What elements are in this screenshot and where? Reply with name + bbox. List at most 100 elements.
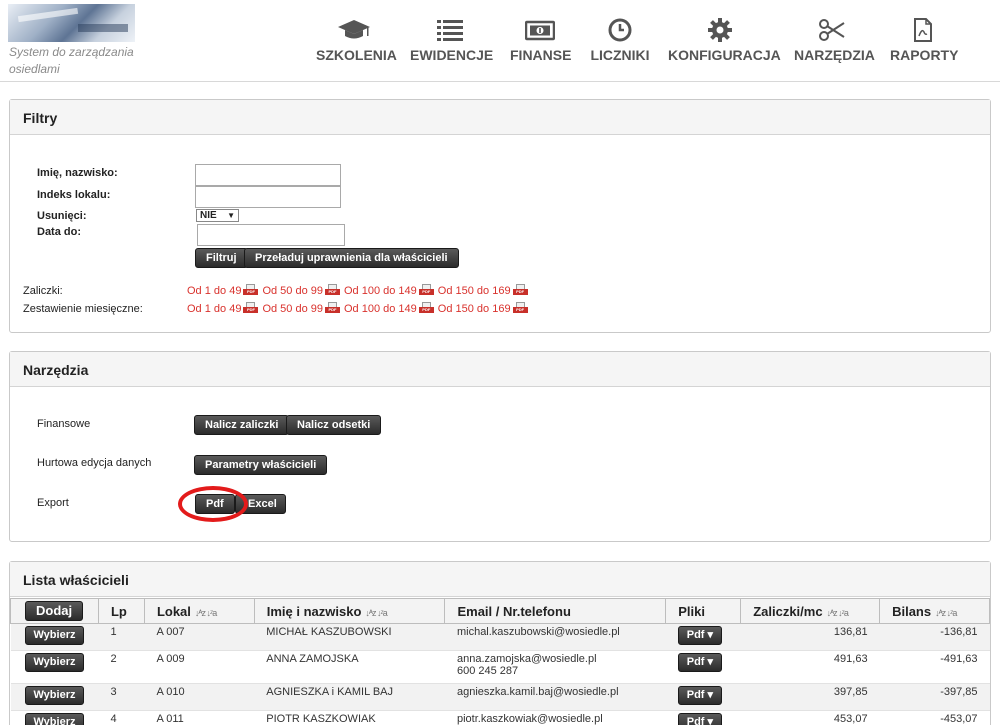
monthly-range-link[interactable]: Od 150 do 169 — [438, 303, 511, 315]
app-logo[interactable] — [8, 4, 135, 42]
monthly-range-link[interactable]: Od 1 do 49 — [187, 303, 241, 315]
monthly-range-link[interactable]: Od 100 do 149 — [344, 303, 417, 315]
cell-contact: agnieszka.kamil.baj@wosiedle.pl — [444, 683, 666, 711]
advances-links: Od 1 do 49 PDF Od 50 do 99 PDF Od 100 do 149… — [187, 284, 532, 298]
owner-pdf-dropdown[interactable]: Pdf ▾ — [677, 686, 723, 705]
col-balance[interactable]: Bilans ↓ᴬz ↓ᶻa — [879, 598, 990, 624]
advances-range-link[interactable]: Od 150 do 169 — [438, 285, 511, 297]
tools-title: Narzędzia — [10, 352, 990, 387]
advances-range-link[interactable]: Od 1 do 49 — [187, 285, 241, 297]
cell-contact: anna.zamojska@wosiedle.pl 600 245 287 — [444, 650, 666, 684]
add-owner-button[interactable]: Dodaj — [25, 601, 84, 621]
export-pdf-button[interactable]: Pdf — [195, 494, 235, 514]
bulk-edit-label: Hurtowa edycja danych — [37, 457, 152, 469]
date-label: Data do: — [37, 226, 81, 238]
reload-permissions-button[interactable]: Przeładuj uprawnienia dla właścicieli — [244, 248, 459, 268]
cell-phone: 600 245 287 — [456, 665, 519, 677]
cell-lp: 4 — [98, 710, 145, 725]
nav-item-ewidencje[interactable]: EWIDENCJE — [410, 18, 493, 66]
index-input[interactable] — [195, 186, 341, 208]
sort-icon[interactable]: ↓ᴬz ↓ᶻa — [195, 608, 217, 618]
owners-title: Lista właścicieli — [10, 562, 990, 597]
gear-icon — [708, 18, 732, 42]
cell-name: AGNIESZKA i KAMIL BAJ — [254, 683, 445, 711]
sort-icon[interactable]: ↓ᴬz ↓ᶻa — [365, 608, 387, 618]
scissors-icon — [819, 19, 845, 41]
pdf-icon[interactable]: PDF — [512, 284, 528, 296]
nav-item-raporty[interactable]: RAPORTY — [890, 18, 958, 66]
cell-contact: michal.kaszubowski@wosiedle.pl — [444, 623, 666, 651]
nav-item-finanse[interactable]: FINANSE — [510, 18, 572, 66]
app-tagline: System do zarządzania osiedlami — [9, 45, 134, 76]
nav-item-narzedzia[interactable]: NARZĘDZIA — [794, 18, 875, 66]
owner-pdf-dropdown[interactable]: Pdf ▾ — [677, 713, 723, 725]
nav-label: NARZĘDZIA — [794, 47, 875, 63]
nav-item-liczniki[interactable]: LICZNIKI — [590, 18, 650, 66]
nav-label: KONFIGURACJA — [668, 47, 781, 63]
cell-lokal: A 007 — [144, 623, 255, 651]
col-lokal[interactable]: Lokal ↓ᴬz ↓ᶻa — [143, 598, 255, 624]
col-name[interactable]: Imię i nazwisko ↓ᴬz ↓ᶻa — [253, 598, 446, 624]
cell-balance: -397,85 — [879, 683, 990, 711]
graduation-cap-icon — [338, 20, 370, 39]
pdf-file-icon — [914, 18, 932, 42]
pdf-icon[interactable]: PDF — [243, 302, 259, 314]
owner-params-button[interactable]: Parametry właścicieli — [194, 455, 328, 475]
advances-range-link[interactable]: Od 100 do 149 — [344, 285, 417, 297]
deleted-label: Usunięci: — [37, 210, 87, 222]
cell-lp: 3 — [98, 683, 145, 711]
sort-icon[interactable]: ↓ᴬz ↓ᶻa — [935, 608, 957, 618]
table-row: Wybierz 1 A 007 MICHAŁ KASZUBOWSKI micha… — [10, 623, 990, 651]
cell-name: MICHAŁ KASZUBOWSKI — [254, 623, 445, 651]
col-lp: Lp — [97, 598, 145, 624]
monthly-label: Zestawienie miesięczne: — [23, 303, 143, 315]
monthly-range-link[interactable]: Od 50 do 99 — [262, 303, 323, 315]
clock-icon — [608, 18, 632, 42]
cell-email: anna.zamojska@wosiedle.pl — [456, 653, 597, 665]
owners-table: Dodaj Lp Lokal ↓ᴬz ↓ᶻa Imię i nazwisko ↓ᴬz… — [10, 598, 990, 725]
name-input[interactable] — [195, 164, 341, 186]
nav-item-szkolenia[interactable]: SZKOLENIA — [316, 18, 397, 66]
charge-interest-button[interactable]: Nalicz odsetki — [286, 415, 382, 435]
advances-label: Zaliczki: — [23, 285, 63, 297]
cell-email: piotr.kaszkowiak@wosiedle.pl — [456, 713, 603, 725]
select-owner-button[interactable]: Wybierz — [24, 626, 85, 645]
pdf-icon[interactable]: PDF — [325, 284, 340, 296]
table-row: Wybierz 4 A 011 PIOTR KASZKOWIAK piotr.k… — [10, 710, 990, 725]
nav-label: FINANSE — [510, 47, 572, 63]
pdf-icon[interactable]: PDF — [325, 302, 340, 314]
pdf-icon[interactable]: PDF — [512, 302, 528, 314]
name-label: Imię, nazwisko: — [37, 167, 118, 179]
cell-lp: 1 — [98, 623, 145, 651]
cell-advances: 397,85 — [740, 683, 880, 711]
cell-balance: -453,07 — [879, 710, 990, 725]
charge-advances-button[interactable]: Nalicz zaliczki — [194, 415, 290, 435]
col-advances[interactable]: Zaliczki/mc ↓ᴬz ↓ᶻa — [740, 598, 881, 624]
filter-button[interactable]: Filtruj — [195, 248, 248, 268]
owner-pdf-dropdown[interactable]: Pdf ▾ — [677, 653, 723, 672]
select-owner-button[interactable]: Wybierz — [24, 686, 85, 705]
date-input[interactable] — [197, 224, 345, 246]
nav-label: LICZNIKI — [590, 47, 650, 63]
table-header-row: Dodaj Lp Lokal ↓ᴬz ↓ᶻa Imię i nazwisko ↓ᴬz… — [10, 598, 990, 624]
finance-label: Finansowe — [37, 418, 91, 430]
pdf-icon[interactable]: PDF — [418, 284, 434, 296]
select-owner-button[interactable]: Wybierz — [24, 713, 85, 725]
cell-email: agnieszka.kamil.baj@wosiedle.pl — [456, 686, 619, 698]
advances-range-link[interactable]: Od 50 do 99 — [262, 285, 323, 297]
export-excel-button[interactable]: Excel — [235, 494, 286, 514]
cell-lp: 2 — [98, 650, 145, 684]
nav-item-konfiguracja[interactable]: KONFIGURACJA — [668, 18, 781, 66]
select-owner-button[interactable]: Wybierz — [24, 653, 85, 672]
app-header: System do zarządzania osiedlami SZKOLENI… — [0, 0, 1000, 82]
col-contact: Email / Nr.telefonu — [444, 598, 667, 624]
owner-pdf-dropdown[interactable]: Pdf ▾ — [677, 626, 723, 645]
cell-lokal: A 009 — [144, 650, 255, 684]
deleted-select-value: NIE — [200, 210, 217, 221]
sort-icon[interactable]: ↓ᴬz ↓ᶻa — [827, 608, 849, 618]
deleted-select[interactable]: NIE ▼ — [196, 209, 239, 222]
table-row: Wybierz 2 A 009 ANNA ZAMOJSKA anna.zamoj… — [10, 650, 990, 684]
pdf-icon[interactable]: PDF — [418, 302, 434, 314]
cell-advances: 136,81 — [740, 623, 880, 651]
pdf-icon[interactable]: PDF — [243, 284, 259, 296]
